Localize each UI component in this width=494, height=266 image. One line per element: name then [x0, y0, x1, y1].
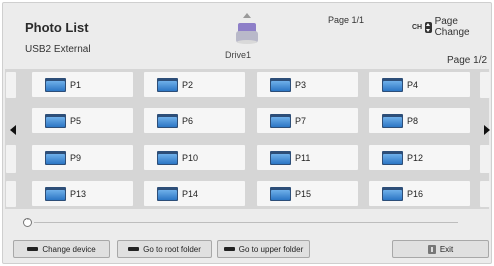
folder-icon — [270, 186, 291, 201]
folder-icon — [382, 77, 403, 92]
folder-icon — [382, 186, 403, 201]
folder-icon — [45, 150, 66, 165]
folder-icon — [45, 186, 66, 201]
left-edge-strip — [6, 145, 16, 173]
folder-tile[interactable]: P3 — [257, 72, 358, 97]
drive-label: Drive1 — [225, 50, 252, 60]
folder-tile[interactable]: P8 — [369, 108, 470, 133]
folder-tile[interactable]: P5 — [32, 108, 133, 133]
folder-tile[interactable]: P16 — [369, 181, 470, 206]
red-key-icon — [27, 247, 39, 251]
folder-tile[interactable]: P7 — [257, 108, 358, 133]
yellow-key-icon — [223, 247, 235, 251]
folder-label: P14 — [182, 188, 199, 199]
ch-rocker-icon — [425, 21, 432, 33]
scroll-handle-icon[interactable] — [23, 215, 32, 227]
right-edge-strip — [480, 72, 490, 98]
folder-icon — [270, 150, 291, 165]
go-upper-folder-button[interactable]: Go to upper folder — [217, 240, 310, 258]
list-page-indicator: Page 1/2 — [447, 55, 488, 66]
folder-label: P13 — [70, 188, 87, 199]
right-edge-strip — [480, 145, 490, 173]
folder-label: P4 — [407, 79, 419, 90]
folder-icon — [45, 113, 66, 128]
folder-tile[interactable]: P9 — [32, 145, 133, 170]
folder-label: P9 — [70, 152, 82, 163]
previous-page-arrow-icon[interactable] — [10, 125, 16, 135]
folder-label: P2 — [182, 79, 194, 90]
folder-label: P11 — [295, 152, 311, 163]
folder-tile[interactable]: P4 — [369, 72, 470, 97]
folder-tile[interactable]: P13 — [32, 181, 133, 206]
folder-label: P7 — [295, 115, 307, 126]
folder-label: P15 — [295, 188, 312, 199]
usb-drive-icon[interactable] — [234, 11, 260, 47]
folder-icon — [382, 113, 403, 128]
folder-icon — [157, 150, 178, 165]
page-change-hint: CH Page Change — [412, 16, 491, 38]
folder-label: P10 — [182, 152, 199, 163]
folder-tile[interactable]: P1 — [32, 72, 133, 97]
next-page-arrow-icon[interactable] — [484, 125, 490, 135]
change-device-button[interactable]: Change device — [13, 240, 110, 258]
folder-label: P16 — [407, 188, 424, 199]
ch-label: CH — [412, 23, 423, 31]
folder-label: P6 — [182, 115, 194, 126]
scrollbar-track[interactable] — [34, 222, 458, 223]
device-name: USB2 External — [25, 44, 91, 55]
folder-icon — [382, 150, 403, 165]
change-device-label: Change device — [42, 244, 96, 254]
left-edge-strip — [6, 72, 16, 98]
folder-icon — [157, 186, 178, 201]
folder-label: P1 — [70, 79, 82, 90]
go-upper-folder-label: Go to upper folder — [238, 244, 304, 254]
folder-label: P3 — [295, 79, 307, 90]
left-edge-strip — [6, 181, 16, 207]
exit-icon — [427, 244, 436, 254]
right-edge-strip — [480, 181, 490, 207]
folder-icon — [270, 113, 291, 128]
folder-tile[interactable]: P14 — [144, 181, 245, 206]
folder-tile[interactable]: P2 — [144, 72, 245, 97]
drive-page-indicator: Page 1/1 — [328, 15, 365, 25]
exit-button[interactable]: Exit — [392, 240, 489, 258]
folder-icon — [157, 113, 178, 128]
green-key-icon — [128, 247, 140, 251]
folder-label: P12 — [407, 152, 424, 163]
exit-label: Exit — [439, 244, 454, 254]
go-root-folder-label: Go to root folder — [143, 244, 201, 254]
folder-tile[interactable]: P11 — [257, 145, 358, 170]
folder-icon — [45, 77, 66, 92]
folder-tile[interactable]: P12 — [369, 145, 470, 170]
folder-tile[interactable]: P6 — [144, 108, 245, 133]
folder-label: P8 — [407, 115, 419, 126]
folder-tile[interactable]: P15 — [257, 181, 358, 206]
folder-tile[interactable]: P10 — [144, 145, 245, 170]
folder-icon — [157, 77, 178, 92]
page-title: Photo List — [25, 20, 89, 35]
folder-icon — [270, 77, 291, 92]
folder-label: P5 — [70, 115, 82, 126]
go-root-folder-button[interactable]: Go to root folder — [117, 240, 212, 258]
page-change-label: Page Change — [434, 16, 470, 38]
